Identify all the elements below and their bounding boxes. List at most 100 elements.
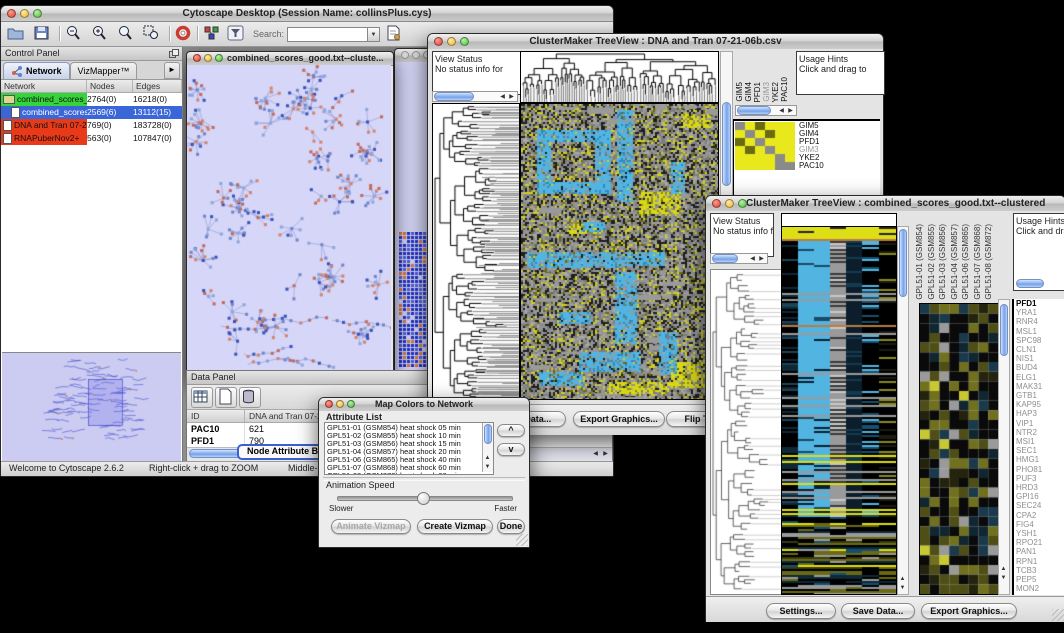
heatmap-canvas[interactable]: [781, 226, 897, 595]
open-session-icon[interactable]: [7, 25, 27, 43]
minimize-icon[interactable]: [447, 37, 456, 46]
treeview2-titlebar[interactable]: ClusterMaker TreeView : combined_scores_…: [706, 196, 1064, 212]
zoom-out-icon[interactable]: [65, 25, 85, 43]
col-id[interactable]: ID: [187, 410, 245, 422]
hscroll-thumb[interactable]: [1016, 279, 1044, 288]
gene-label: RPN1: [1016, 557, 1064, 566]
scroll-up-icon[interactable]: ▲: [898, 575, 907, 584]
zoom-selected-icon[interactable]: [143, 25, 163, 43]
save-session-icon[interactable]: [33, 25, 53, 43]
tab-overflow-icon[interactable]: ►: [164, 62, 180, 79]
scroll-down-icon[interactable]: ▼: [898, 584, 907, 593]
zoom-in-icon[interactable]: [91, 25, 111, 43]
attribute-table-icon[interactable]: [191, 387, 213, 408]
scroll-down-icon[interactable]: ▼: [999, 574, 1008, 583]
close-icon[interactable]: [712, 199, 721, 208]
col-network[interactable]: Network: [1, 80, 87, 92]
zoom-window-icon[interactable]: [738, 199, 747, 208]
zoom-fit-icon[interactable]: [117, 25, 137, 43]
close-icon[interactable]: [193, 54, 201, 62]
export-graphics-button[interactable]: Export Graphics...: [573, 411, 665, 427]
scroll-left-icon[interactable]: ◀: [748, 255, 757, 264]
tab-vizmapper[interactable]: VizMapper™: [70, 62, 138, 79]
main-titlebar[interactable]: Cytoscape Desktop (Session Name: collins…: [1, 6, 613, 22]
col-nodes[interactable]: Nodes: [87, 80, 133, 92]
search-input[interactable]: [287, 27, 371, 42]
filter-icon[interactable]: [227, 25, 247, 43]
gene-label: YSH1: [1016, 529, 1064, 538]
scroll-right-icon[interactable]: ▶: [601, 450, 610, 459]
row-dendrogram[interactable]: [432, 103, 520, 400]
scroll-down-icon[interactable]: ▼: [483, 463, 492, 472]
vscroll-thumb[interactable]: [1000, 304, 1008, 356]
col-edges[interactable]: Edges: [133, 80, 182, 92]
minimize-icon[interactable]: [20, 9, 29, 18]
minimize-icon[interactable]: [725, 199, 734, 208]
dialog-titlebar[interactable]: Map Colors to Network: [319, 398, 529, 412]
minimize-icon[interactable]: [204, 54, 212, 62]
tab-network[interactable]: Network: [3, 62, 70, 79]
zoom-window-icon[interactable]: [460, 37, 469, 46]
hscroll-thumb[interactable]: [434, 92, 474, 101]
hscroll-thumb[interactable]: [737, 106, 771, 115]
done-button[interactable]: Done: [497, 519, 525, 534]
close-icon[interactable]: [434, 37, 443, 46]
scroll-left-icon[interactable]: ◀: [591, 450, 600, 459]
minimize-icon[interactable]: [412, 51, 420, 59]
treeview1-titlebar[interactable]: ClusterMaker TreeView : DNA and Tran 07-…: [428, 34, 883, 50]
close-icon[interactable]: [325, 400, 333, 408]
zoom-window-icon[interactable]: [215, 54, 223, 62]
search-dropdown-icon[interactable]: ▼: [367, 27, 380, 42]
scroll-left-icon[interactable]: ◀: [498, 93, 507, 102]
vscroll-thumb[interactable]: [722, 102, 731, 186]
view-status-scrollbar: ◀ ▶: [710, 253, 768, 264]
vizmapper-icon[interactable]: [203, 25, 223, 43]
gene-label: MAK31: [1016, 382, 1064, 391]
scroll-up-icon[interactable]: ▲: [999, 565, 1008, 574]
mini-heatmap[interactable]: [735, 122, 795, 170]
network-overview-canvas[interactable]: [2, 353, 180, 459]
network-row[interactable]: DNA and Tran 07-21-06b.csv769(0)183728(0…: [1, 119, 182, 132]
scroll-right-icon[interactable]: ▶: [757, 255, 766, 264]
vscroll-thumb[interactable]: [899, 229, 907, 297]
minimize-icon[interactable]: [336, 400, 344, 408]
hscroll-thumb[interactable]: [712, 254, 738, 263]
close-icon[interactable]: [7, 9, 16, 18]
zoom-window-icon[interactable]: [347, 400, 355, 408]
float-panel-icon[interactable]: [169, 49, 179, 62]
animate-vizmap-button: Animate Vizmap: [331, 519, 411, 534]
network-row[interactable]: RNAPuberNov2+563(0)107847(0): [1, 132, 182, 145]
slider-thumb[interactable]: [417, 492, 430, 505]
scroll-left-icon[interactable]: ◀: [777, 107, 786, 116]
annotation-icon[interactable]: [385, 25, 405, 43]
scroll-right-icon[interactable]: ▶: [507, 93, 516, 102]
vscroll-thumb[interactable]: [484, 424, 492, 444]
resize-grip[interactable]: [516, 534, 528, 546]
row-dendrogram[interactable]: [710, 269, 782, 595]
column-dendrogram[interactable]: [520, 51, 719, 103]
settings-button[interactable]: Settings...: [766, 603, 836, 619]
usage-hints-title: Usage Hints: [799, 54, 882, 64]
column-label: PFD1: [753, 82, 762, 102]
delete-attribute-icon[interactable]: [239, 387, 261, 408]
attribute-item[interactable]: GPL51-08 (GSM872) heat shock 80 min: [327, 472, 491, 475]
heatmap-canvas[interactable]: [520, 103, 719, 400]
close-icon[interactable]: [401, 51, 409, 59]
network-row[interactable]: combined_scores_good.txt--clustered2569(…: [1, 106, 182, 119]
network-frame1-titlebar[interactable]: combined_scores_good.txt--cluste...: [187, 52, 393, 66]
scroll-up-icon[interactable]: ▲: [483, 454, 492, 463]
save-data-button[interactable]: Save Data...: [841, 603, 915, 619]
help-lifebuoy-icon[interactable]: [175, 25, 195, 43]
move-up-button[interactable]: ^: [497, 424, 525, 437]
create-vizmap-button[interactable]: Create Vizmap: [417, 519, 493, 534]
secondary-heatmap[interactable]: [919, 303, 999, 595]
resize-grip[interactable]: [1052, 609, 1064, 621]
move-down-button[interactable]: v: [497, 443, 525, 456]
network-row[interactable]: combined_scores_good.txt2764(0)16218(0): [1, 93, 182, 106]
export-graphics-button[interactable]: Export Graphics...: [921, 603, 1017, 619]
zoom-window-icon[interactable]: [33, 9, 42, 18]
new-attribute-icon[interactable]: [215, 387, 237, 408]
scroll-right-icon[interactable]: ▶: [786, 107, 795, 116]
gene-label: PAN1: [1016, 547, 1064, 556]
network-canvas-1[interactable]: [187, 65, 391, 375]
